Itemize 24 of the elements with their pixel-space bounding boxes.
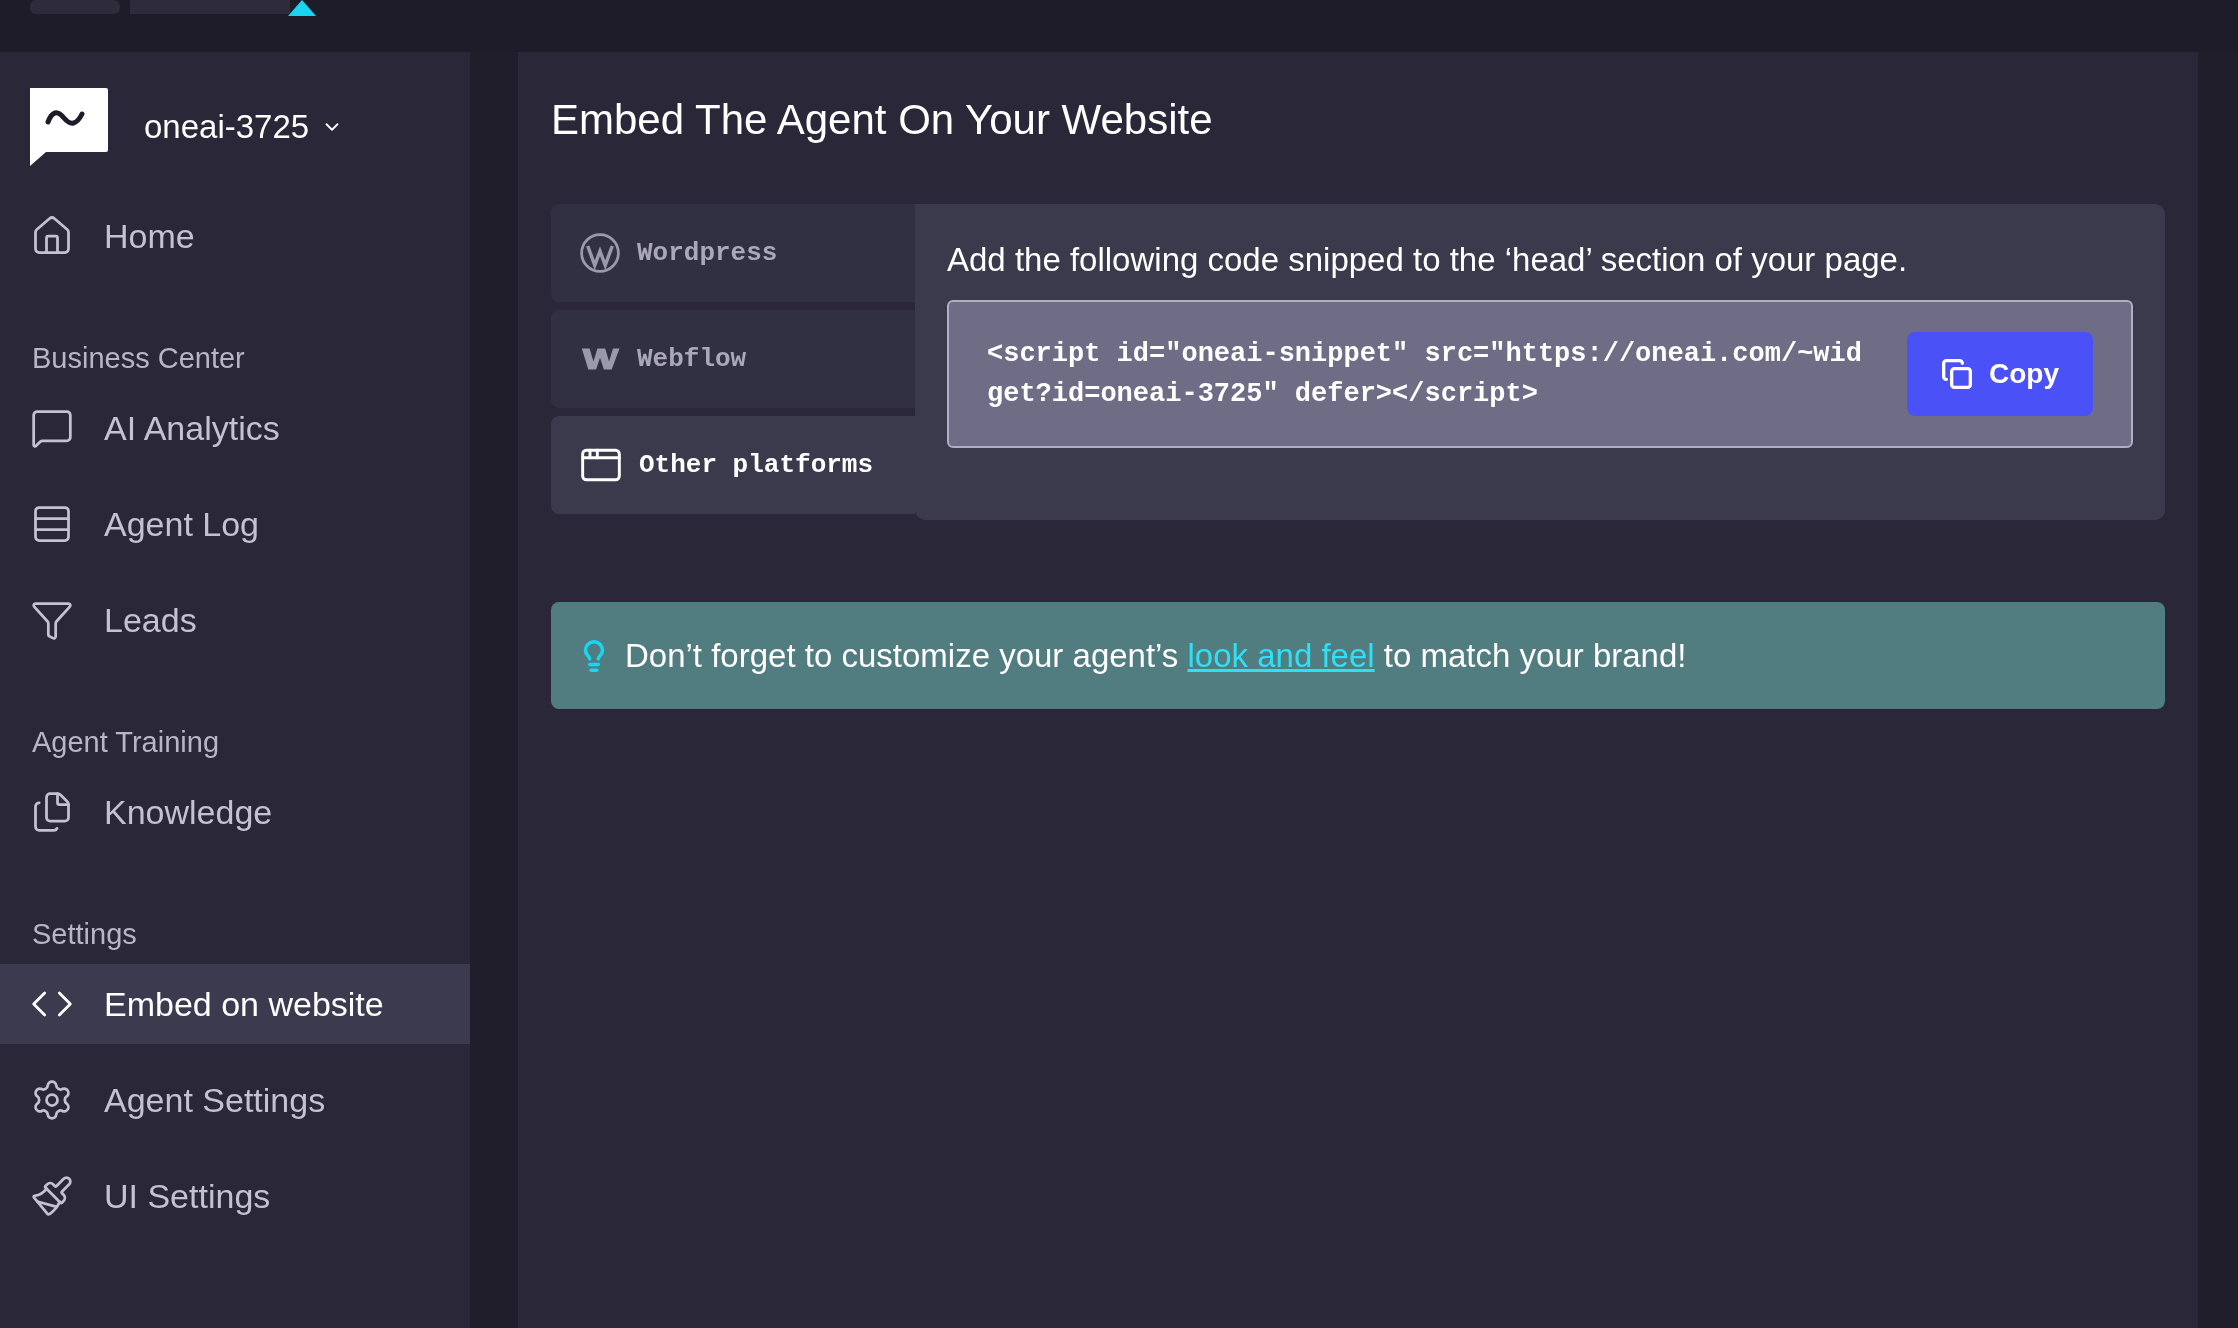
webflow-logo-icon bbox=[579, 346, 621, 372]
section-heading: Business Center bbox=[31, 341, 246, 376]
copy-icon bbox=[1941, 358, 1973, 390]
platform-tab[interactable]: Wordpress bbox=[551, 204, 915, 302]
nav-item[interactable]: Agent Settings bbox=[0, 1060, 470, 1140]
section-heading: Settings bbox=[31, 917, 138, 952]
instruction-text: Add the following code snipped to the ‘head’ section of your page. bbox=[947, 240, 1909, 280]
nav-item[interactable]: AI Analytics bbox=[0, 388, 470, 468]
nav-item[interactable]: Agent Log bbox=[0, 484, 470, 564]
section-heading: Agent Training bbox=[31, 725, 220, 760]
workspace-selector[interactable]: oneai-3725 bbox=[144, 102, 344, 152]
platform-tab[interactable]: Other platforms bbox=[551, 416, 915, 514]
code-snippet: <script id="oneai-snippet" src="https://oneai.com/~widget?id=oneai-3725" defer></script> bbox=[987, 338, 1863, 411]
nav-item[interactable]: Knowledge bbox=[0, 772, 470, 852]
nav-item[interactable]: UI Settings bbox=[0, 1156, 470, 1236]
platform-tab[interactable]: Webflow bbox=[551, 310, 915, 408]
copy-button[interactable]: Copy bbox=[1907, 332, 2093, 416]
page-title: Embed The Agent On Your Website bbox=[551, 95, 1213, 145]
wordpress-logo-icon bbox=[579, 232, 621, 274]
nav-item[interactable]: Leads bbox=[0, 580, 470, 660]
tip-text: Don’t forget to customize your agent’s look and feel to match your brand! bbox=[625, 635, 1687, 676]
nav-item[interactable]: Home bbox=[0, 196, 470, 276]
nav-item[interactable]: Embed on website bbox=[0, 964, 470, 1044]
brush-icon bbox=[30, 1174, 74, 1218]
